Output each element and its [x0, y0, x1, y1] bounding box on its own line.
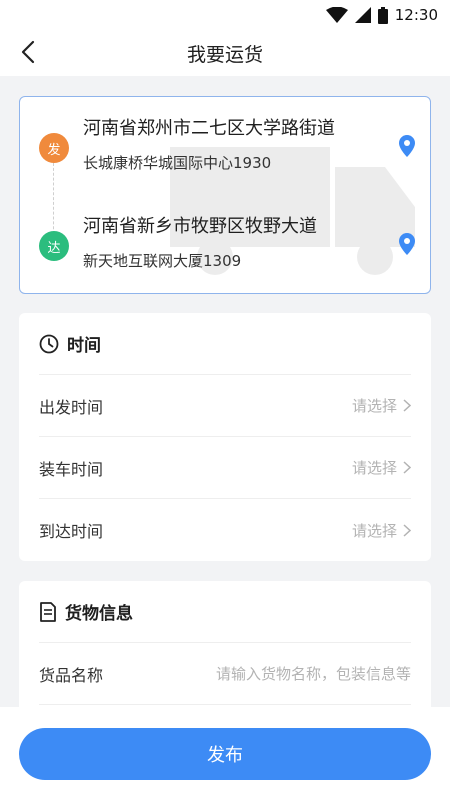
end-address-detail: 新天地互联网大厦1309 [83, 252, 242, 270]
goods-section-header: 货物信息 [39, 581, 411, 643]
departure-time-row[interactable]: 出发时间 请选择 [39, 375, 411, 437]
arrival-time-row[interactable]: 到达时间 请选择 [39, 499, 411, 561]
status-time: 12:30 [394, 6, 438, 24]
row-value: 请选择 [351, 521, 397, 540]
start-badge: 发 [39, 133, 69, 163]
end-address: 河南省新乡市牧野区牧野大道 [83, 216, 317, 237]
route-card: 发 河南省郑州市二七区大学路街道 长城康桥华城国际中心1930 达 河南省新乡市… [19, 96, 431, 294]
chevron-right-icon [403, 399, 411, 412]
chevron-right-icon [403, 461, 411, 474]
publish-button[interactable]: 发布 [19, 728, 431, 780]
route-end[interactable]: 达 河南省新乡市牧野区牧野大道 新天地互联网大厦1309 [20, 209, 430, 279]
time-section: 时间 出发时间 请选择 装车时间 请选择 到达时间 请选择 [19, 313, 431, 561]
nav-bar: 我要运货 [0, 30, 450, 76]
page-title: 我要运货 [186, 43, 263, 66]
battery-icon [377, 6, 388, 24]
row-label: 到达时间 [39, 522, 104, 541]
location-pin-icon[interactable] [399, 135, 415, 157]
row-value: 请选择 [351, 397, 397, 415]
document-icon [40, 601, 56, 622]
loading-time-row[interactable]: 装车时间 请选择 [39, 437, 411, 499]
chevron-right-icon [403, 523, 411, 537]
back-button[interactable] [10, 34, 46, 70]
row-label: 装车时间 [39, 459, 104, 479]
end-badge: 达 [39, 231, 69, 261]
signal-icon [354, 7, 371, 23]
time-section-title: 时间 [67, 336, 101, 356]
route-start[interactable]: 发 河南省郑州市二七区大学路街道 长城康桥华城国际中心1930 [20, 111, 430, 181]
start-address-detail: 长城康桥华城国际中心1930 [83, 154, 272, 172]
location-pin-icon[interactable] [399, 233, 415, 255]
goods-section-title: 货物信息 [65, 604, 133, 624]
goods-name-row: 货品名称 [39, 643, 411, 705]
goods-name-input[interactable] [181, 664, 411, 683]
clock-icon [39, 334, 59, 353]
bottom-action-bar: 发布 [0, 707, 450, 800]
row-label: 货品名称 [39, 665, 104, 685]
start-address: 河南省郑州市二七区大学路街道 [83, 118, 335, 139]
chevron-left-icon [21, 40, 35, 64]
row-label: 出发时间 [39, 397, 104, 417]
row-value: 请选择 [351, 459, 397, 477]
wifi-icon [325, 7, 348, 23]
status-bar: 12:30 [0, 0, 450, 30]
time-section-header: 时间 [39, 313, 411, 375]
